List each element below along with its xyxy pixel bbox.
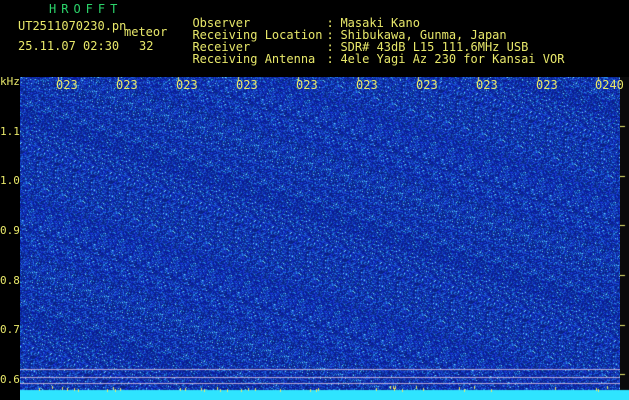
y-tick-label: 0.6	[0, 373, 20, 386]
x-tick-label: 023	[416, 79, 438, 91]
x-tick-label: 023	[356, 79, 378, 91]
antenna-key: Receiving Antenna	[192, 52, 316, 66]
y-tick-label: 0.9	[0, 224, 20, 237]
x-tick-label: 0240	[595, 79, 624, 91]
meteor-count: 32	[139, 39, 154, 53]
antenna-value: 4ele Yagi Az 230 for Kansai VOR	[340, 52, 565, 66]
x-tick-label: 023	[56, 79, 78, 91]
x-tick-label: 023	[476, 79, 498, 91]
antenna-sep: :	[326, 52, 334, 66]
x-tick-label: 023	[116, 79, 138, 91]
antenna-row: Receiving Antenna:4ele Yagi Az 230 for K…	[178, 41, 564, 65]
date-time: 25.11.07 02:30	[18, 39, 120, 53]
x-tick-label: 023	[536, 79, 558, 91]
axis-unit-label: kHz	[0, 75, 20, 88]
x-tick-label: 023	[176, 79, 198, 91]
x-tick-label: 023	[236, 79, 258, 91]
y-tick-label: 1.1	[0, 125, 20, 138]
meteor-label: meteor	[124, 25, 168, 39]
y-tick-label: 1.0	[0, 174, 20, 187]
app-title: HROFFT	[49, 2, 123, 16]
right-edge-strip	[620, 77, 629, 400]
x-tick-label: 023	[296, 79, 318, 91]
spectrogram-canvas	[20, 77, 620, 400]
y-tick-label: 0.7	[0, 323, 20, 336]
file-name: UT2511070230.pn	[18, 19, 127, 33]
y-tick-label: 0.8	[0, 274, 20, 287]
